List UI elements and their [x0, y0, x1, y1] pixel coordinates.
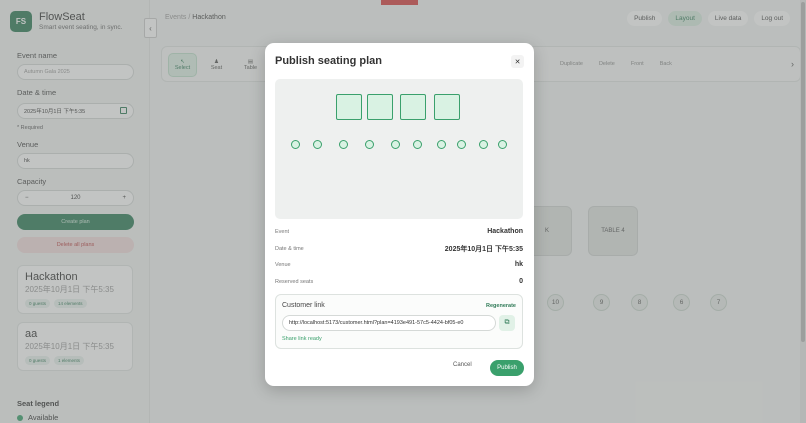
modal-title: Publish seating plan: [275, 55, 382, 67]
preview-seat: [391, 140, 400, 149]
detail-value: hk: [514, 261, 523, 268]
preview-seat: [339, 140, 348, 149]
share-status: Share link ready: [282, 336, 322, 342]
customer-link-field[interactable]: http://localhost:5173/customer.html?plan…: [282, 315, 496, 331]
detail-value: 2025年10月1日 下午5:35: [444, 246, 523, 253]
publish-confirm-button[interactable]: Publish: [490, 360, 524, 376]
close-icon[interactable]: ✕: [511, 55, 524, 68]
preview-seat: [413, 140, 422, 149]
detail-value: Hackathon: [487, 228, 523, 235]
detail-row-venue: Venue hk: [275, 261, 523, 268]
customer-link-label: Customer link: [282, 302, 325, 309]
preview-seat: [479, 140, 488, 149]
preview-table: [336, 94, 362, 120]
detail-value: 0: [519, 278, 523, 285]
preview-seat: [291, 140, 300, 149]
detail-key: Venue: [275, 261, 291, 268]
preview-table: [367, 94, 393, 120]
cancel-button[interactable]: Cancel: [453, 362, 472, 368]
copy-icon[interactable]: ⧉: [499, 315, 515, 331]
detail-key: Event: [275, 228, 290, 235]
preview-seat: [313, 140, 322, 149]
regenerate-button[interactable]: Regenerate: [486, 303, 516, 309]
layout-preview: [275, 79, 523, 219]
publish-modal: Publish seating plan ✕ Event Hackathon D…: [265, 43, 534, 386]
preview-seat: [498, 140, 507, 149]
preview-table: [434, 94, 460, 120]
detail-key: Date & time: [275, 246, 304, 252]
preview-seat: [437, 140, 446, 149]
preview-seat: [457, 140, 466, 149]
detail-row-event: Event Hackathon: [275, 228, 523, 235]
detail-row-reserved: Reserved seats 0: [275, 278, 523, 285]
preview-seat: [365, 140, 374, 149]
detail-row-date: Date & time 2025年10月1日 下午5:35: [275, 244, 523, 254]
preview-table: [400, 94, 426, 120]
detail-key: Reserved seats: [275, 278, 314, 285]
customer-link-box: Customer link Regenerate http://localhos…: [275, 294, 523, 349]
